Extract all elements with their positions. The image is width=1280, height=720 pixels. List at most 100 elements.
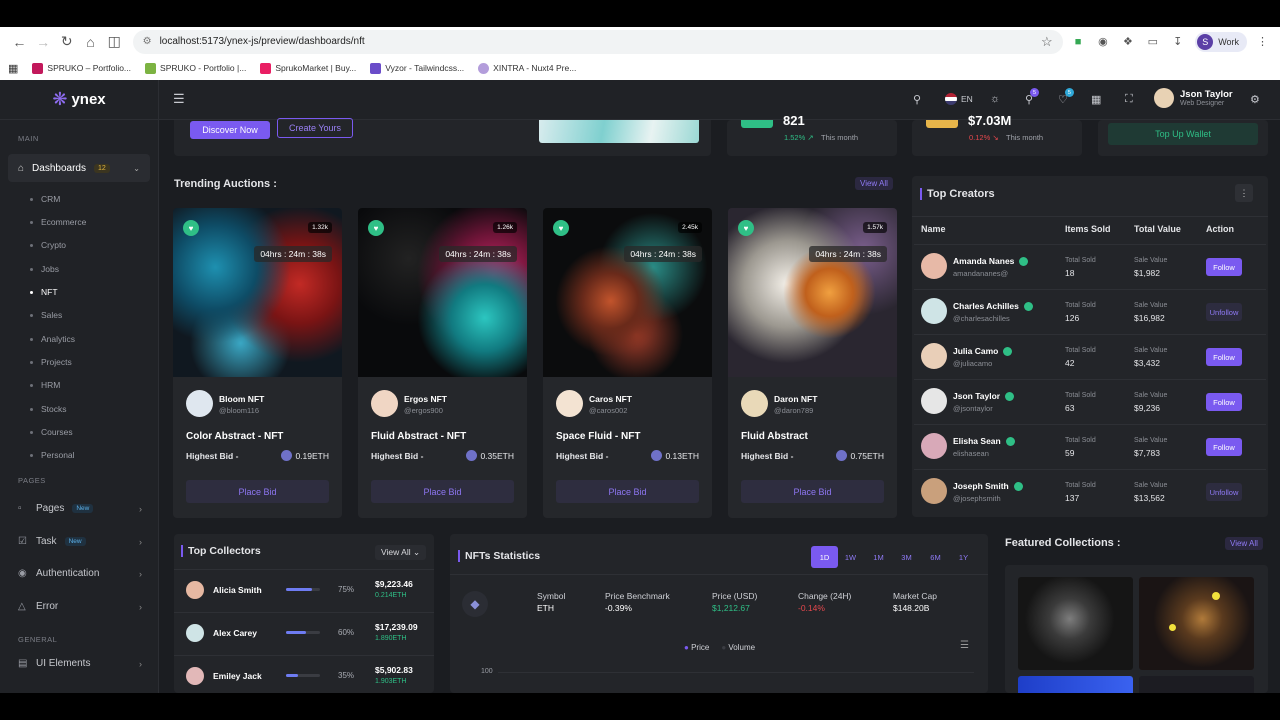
sidebar-item-ui-elements[interactable]: ▤ UI Elements › — [18, 658, 142, 669]
follow-button[interactable]: Follow — [1206, 348, 1242, 366]
profile-chip[interactable]: S Work — [1195, 31, 1248, 52]
sidebar-item-ecommerce[interactable]: Ecommerce — [30, 217, 86, 227]
sidebar-item-task[interactable]: ☑ Task New › — [18, 536, 142, 547]
top-up-wallet-button[interactable]: Top Up Wallet — [1108, 123, 1258, 145]
bookmark-star-icon[interactable]: ☆ — [1041, 34, 1053, 50]
nft-image: ♥ 1.57k 04hrs : 24m : 38s — [728, 208, 897, 377]
unfollow-button[interactable]: Unfollow — [1206, 303, 1242, 321]
nft-title[interactable]: Fluid Abstract — [741, 431, 808, 442]
puzzle-extension-icon[interactable]: ❖ — [1118, 32, 1137, 52]
fullscreen-icon[interactable]: ⛶ — [1125, 93, 1133, 106]
bookmark-item[interactable]: SprukoMarket | Buy... — [260, 62, 356, 74]
trending-view-all-link[interactable]: View All — [855, 177, 893, 190]
logo[interactable]: ❋ ynex — [0, 80, 158, 120]
follow-button[interactable]: Follow — [1206, 258, 1242, 276]
theme-toggle-icon[interactable]: ☼ — [990, 93, 1000, 105]
bookmark-item[interactable]: SPRUKO – Portfolio... — [32, 62, 131, 74]
sidebar-item-analytics[interactable]: Analytics — [30, 334, 75, 344]
nft-title[interactable]: Color Abstract - NFT — [186, 431, 283, 442]
progress-bar — [286, 674, 320, 677]
reload-icon[interactable]: ↻ — [55, 30, 78, 54]
settings-gear-icon[interactable]: ⚙ — [1250, 93, 1260, 106]
heart-icon[interactable]: ♥ — [553, 220, 569, 236]
bell-icon[interactable]: ♡ 5 — [1058, 88, 1074, 106]
collectors-view-all-dropdown[interactable]: View All ⌄ — [375, 545, 427, 560]
site-info-icon[interactable]: ⚙ — [143, 36, 152, 47]
legend-volume[interactable]: ● Volume — [721, 643, 755, 652]
apps-grid-icon[interactable]: ▦ — [8, 62, 18, 75]
bookmark-item[interactable]: SPRUKO - Portfolio |... — [145, 62, 246, 74]
cubes-collection-image[interactable] — [1139, 577, 1254, 670]
heart-icon[interactable]: ♥ — [368, 220, 384, 236]
kebab-menu-icon[interactable]: ⋮ — [1253, 32, 1272, 52]
heart-icon[interactable]: ♥ — [183, 220, 199, 236]
home-icon[interactable]: ⌂ — [79, 30, 102, 54]
place-bid-button[interactable]: Place Bid — [371, 480, 514, 503]
bookmark-item[interactable]: Vyzor - Tailwindcss... — [370, 62, 464, 74]
nft-statistics-title: NFTs Statistics — [458, 550, 540, 562]
discover-now-button[interactable]: Discover Now — [190, 121, 270, 139]
task-icon: ☑ — [18, 536, 27, 547]
creator-name: Elisha Sean — [953, 436, 1015, 446]
items-label: Total Sold — [1065, 437, 1096, 444]
creator-handle: elishasean — [953, 449, 989, 458]
create-yours-button[interactable]: Create Yours — [277, 118, 353, 138]
legend-price[interactable]: ● Price — [684, 643, 709, 652]
sidebar-item-courses[interactable]: Courses — [30, 427, 73, 437]
dark-collection-image[interactable] — [1139, 676, 1254, 693]
follow-button[interactable]: Follow — [1206, 438, 1242, 456]
ethereum-icon — [836, 450, 848, 461]
sidebar-item-personal[interactable]: Personal — [30, 450, 75, 460]
place-bid-button[interactable]: Place Bid — [556, 480, 699, 503]
tab-1y[interactable]: 1Y — [950, 546, 977, 568]
user-profile[interactable]: Json Taylor Web Designer — [1154, 88, 1233, 108]
search-icon[interactable]: ⚲ — [913, 93, 921, 106]
sidebar-item-dashboards[interactable]: ⌂ Dashboards 12 ⌄ — [8, 154, 150, 182]
sidebar-item-crm[interactable]: CRM — [30, 194, 60, 204]
tab-6m[interactable]: 6M — [922, 546, 949, 568]
sidebar-item-stocks[interactable]: Stocks — [30, 404, 67, 414]
language-selector[interactable]: EN — [945, 93, 973, 105]
tab-3m[interactable]: 3M — [893, 546, 920, 568]
sidebar-item-jobs[interactable]: Jobs — [30, 264, 59, 274]
sidebar-item-projects[interactable]: Projects — [30, 357, 72, 367]
nft-title[interactable]: Fluid Abstract - NFT — [371, 431, 466, 442]
tab-1w[interactable]: 1W — [837, 546, 864, 568]
cart-icon[interactable]: ⚲ 5 — [1025, 88, 1040, 106]
skull-collection-image[interactable] — [1018, 577, 1133, 670]
camera-extension-icon[interactable]: ◉ — [1094, 32, 1113, 52]
featured-view-all-link[interactable]: View All — [1225, 537, 1263, 550]
unfollow-button[interactable]: Unfollow — [1206, 483, 1242, 501]
follow-button[interactable]: Follow — [1206, 393, 1242, 411]
back-icon[interactable]: ← — [8, 30, 31, 54]
cast-icon[interactable]: ▭ — [1143, 32, 1162, 52]
menu-toggle-icon[interactable]: ☰ — [173, 91, 185, 107]
apps-icon[interactable]: ▦ — [1091, 93, 1101, 106]
sidebar-item-pages[interactable]: ▫ Pages New › — [18, 503, 142, 514]
place-bid-button[interactable]: Place Bid — [741, 480, 884, 503]
place-bid-button[interactable]: Place Bid — [186, 480, 329, 503]
progress-bar — [286, 631, 320, 634]
heart-icon[interactable]: ♥ — [738, 220, 754, 236]
tab-1d[interactable]: 1D — [811, 546, 838, 568]
sidebar-item-authentication[interactable]: ◉ Authentication › — [18, 568, 142, 579]
chevron-right-icon: › — [139, 536, 142, 547]
tab-1m[interactable]: 1M — [865, 546, 892, 568]
sidebar-item-sales[interactable]: Sales — [30, 310, 62, 320]
blue-collection-image[interactable] — [1018, 676, 1133, 693]
chart-menu-icon[interactable]: ☰ — [960, 640, 969, 651]
address-bar[interactable]: ⚙ localhost:5173/ynex-js/preview/dashboa… — [132, 29, 1063, 54]
sidebar-item-error[interactable]: △ Error › — [18, 601, 142, 612]
progress-percent: 75% — [338, 585, 355, 594]
sidebar-item-nft[interactable]: NFT — [30, 287, 58, 297]
download-icon[interactable]: ↧ — [1168, 32, 1187, 52]
sidebar-item-crypto[interactable]: Crypto — [30, 240, 66, 250]
more-options-icon[interactable]: ⋮ — [1235, 184, 1253, 202]
bookmark-item[interactable]: XINTRA - Nuxt4 Pre... — [478, 62, 576, 74]
google-extension-icon[interactable]: ■ — [1069, 32, 1088, 52]
items-sold: 63 — [1065, 403, 1075, 413]
nft-title[interactable]: Space Fluid - NFT — [556, 431, 640, 442]
sidebar-item-hrm[interactable]: HRM — [30, 380, 60, 390]
sidepanel-icon[interactable]: ◫ — [103, 30, 126, 54]
forward-icon[interactable]: → — [32, 30, 55, 54]
